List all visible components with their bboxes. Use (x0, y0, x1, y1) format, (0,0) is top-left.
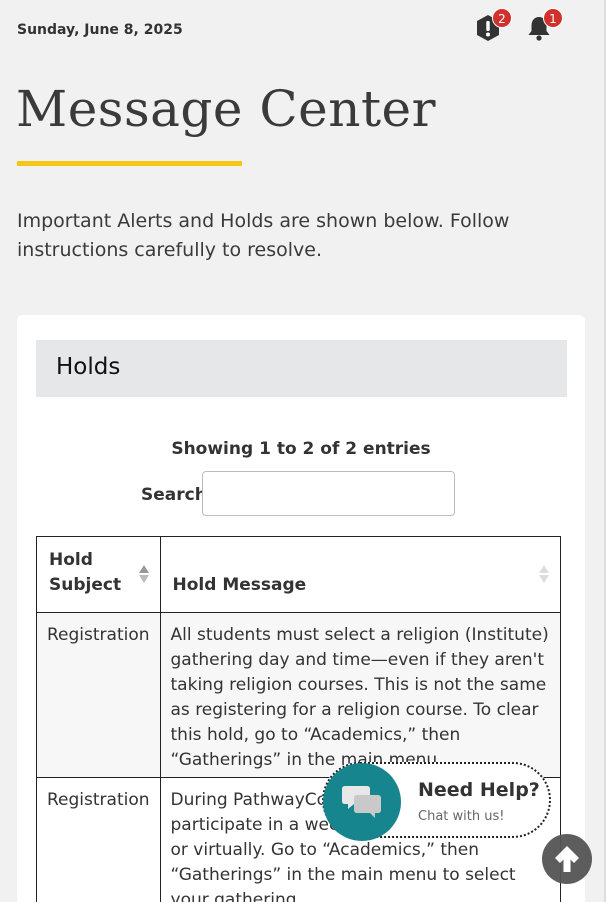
help-title: Need Help? (418, 779, 540, 801)
arrow-up-icon (555, 846, 579, 872)
chat-bubbles-icon (342, 786, 381, 818)
column-label: Hold Subject (49, 550, 122, 595)
intro-text: Important Alerts and Holds are shown bel… (17, 210, 510, 261)
search-input[interactable] (202, 471, 455, 516)
hold-subject-cell: Registration (36, 777, 161, 902)
current-date: Sunday, June 8, 2025 (17, 22, 183, 38)
page-title: Message Center (16, 80, 437, 138)
column-label: Hold Message (172, 575, 307, 595)
hold-subject-cell: Registration (36, 612, 161, 778)
holds-title: Holds (56, 354, 121, 380)
column-header-hold-message[interactable]: Hold Message (159, 536, 562, 613)
alerts-button[interactable]: 2 (474, 8, 512, 44)
sort-icon (539, 565, 549, 583)
holds-header: Holds (36, 340, 567, 397)
column-header-hold-subject[interactable]: Hold Subject (36, 536, 161, 613)
search-label: Search (141, 485, 207, 505)
sort-icon (138, 565, 149, 583)
chat-help-button[interactable]: Need Help? Chat with us! (322, 762, 551, 841)
title-underline (17, 161, 242, 166)
scroll-to-top-button[interactable] (542, 834, 592, 884)
table-row: Registration All students must select a … (36, 612, 562, 778)
alerts-count-badge: 2 (492, 8, 512, 28)
holds-table: Hold Subject Hold Message Registration A… (36, 536, 562, 902)
help-subtitle: Chat with us! (418, 809, 505, 824)
hold-message-cell: All students must select a religion (Ins… (159, 612, 562, 778)
notifications-count-badge: 1 (543, 8, 563, 28)
entries-info: Showing 1 to 2 of 2 entries (171, 439, 431, 459)
chat-icon-circle (323, 763, 401, 841)
notifications-button[interactable]: 1 (525, 8, 563, 44)
top-bar: Sunday, June 8, 2025 2 1 (0, 0, 606, 62)
